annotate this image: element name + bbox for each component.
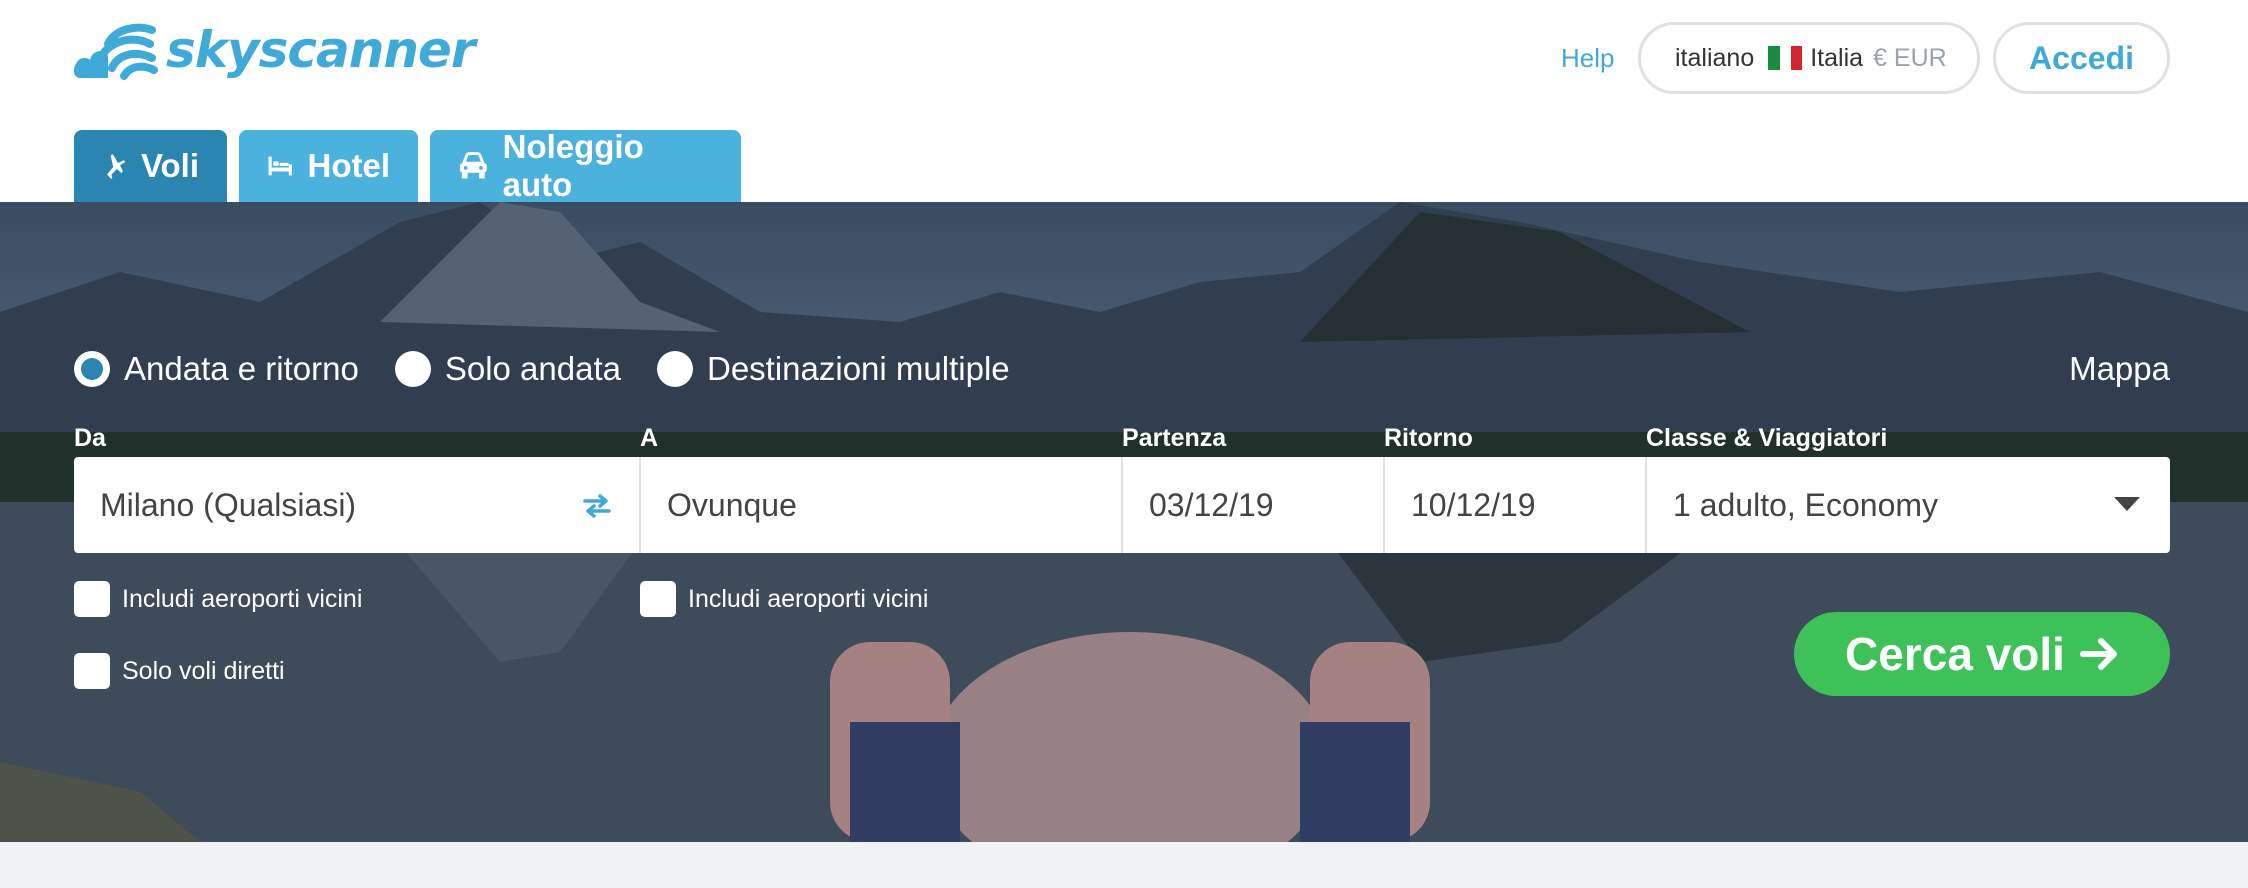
nearby-airports-to-option[interactable]: Includi aeroporti vicini [640, 581, 928, 617]
return-value: 10/12/19 [1411, 486, 1536, 523]
radio-round-trip[interactable] [74, 351, 110, 387]
from-field[interactable]: Milano (Qualsiasi) [74, 457, 641, 553]
direct-flights-checkbox[interactable] [74, 653, 110, 689]
trip-type-multi-label: Destinazioni multiple [706, 350, 1010, 387]
nearby-airports-from-checkbox[interactable] [74, 581, 110, 617]
trip-type-multi[interactable]: Destinazioni multiple [656, 350, 1010, 388]
class-label: Classe & Viaggiatori [1646, 424, 1888, 452]
tab-car-rental[interactable]: Noleggio auto [430, 128, 741, 203]
search-flights-label: Cerca voli [1845, 628, 2065, 680]
to-label: A [640, 424, 659, 452]
locale-selector[interactable]: italiano Italia € EUR [1638, 22, 1980, 94]
login-button[interactable]: Accedi [1993, 22, 2170, 94]
country-label: Italia [1810, 43, 1864, 72]
return-label: Ritorno [1384, 424, 1473, 452]
bed-icon [268, 156, 292, 176]
trip-type-round-label: Andata e ritorno [124, 350, 359, 387]
from-value: Milano (Qualsiasi) [100, 486, 357, 523]
to-value: Ovunque [667, 486, 797, 523]
swap-icon[interactable] [581, 493, 613, 519]
tab-car-label: Noleggio auto [502, 128, 644, 203]
tab-flights-label: Voli [140, 147, 199, 184]
tab-hotel[interactable]: Hotel [239, 130, 418, 202]
tab-hotel-label: Hotel [307, 147, 391, 184]
return-date-field[interactable]: 10/12/19 [1385, 457, 1647, 553]
skyscanner-logo[interactable]: skyscanner [72, 20, 476, 80]
class-value: 1 adulto, Economy [1673, 486, 1939, 523]
direct-flights-option[interactable]: Solo voli diretti [74, 653, 285, 689]
trip-type-group: Andata e ritorno Solo andata Destinazion… [74, 350, 1046, 388]
map-link[interactable]: Mappa [2069, 350, 2170, 388]
plane-icon [107, 154, 126, 179]
tab-flights[interactable]: Voli [74, 130, 227, 202]
to-field[interactable]: Ovunque [641, 457, 1123, 553]
nearby-airports-to-checkbox[interactable] [640, 581, 676, 617]
chevron-down-icon [2114, 497, 2140, 511]
radio-multi-city[interactable] [656, 351, 693, 387]
currency-label: € EUR [1873, 43, 1947, 72]
search-hero: Andata e ritorno Solo andata Destinazion… [0, 202, 2248, 842]
nearby-airports-from-label: Includi aeroporti vicini [122, 584, 363, 613]
cloud-logo-icon [73, 23, 158, 80]
trip-type-oneway-label: Solo andata [444, 350, 621, 387]
nearby-airports-to-label: Includi aeroporti vicini [688, 584, 929, 613]
page-footer-band [0, 842, 2248, 888]
brand-name: skyscanner [166, 21, 476, 79]
depart-label: Partenza [1122, 424, 1227, 452]
direct-flights-label: Solo voli diretti [122, 656, 285, 685]
nearby-airports-from-option[interactable]: Includi aeroporti vicini [74, 581, 362, 617]
car-icon [459, 152, 487, 179]
site-header: skyscanner Help italiano Italia € EUR Ac… [0, 0, 2248, 203]
search-flights-button[interactable]: Cerca voli [1794, 612, 2170, 696]
radio-one-way[interactable] [394, 351, 431, 387]
class-travellers-field[interactable]: 1 adulto, Economy [1647, 457, 2170, 553]
trip-type-round[interactable]: Andata e ritorno [74, 350, 359, 388]
italy-flag-icon [1768, 46, 1803, 70]
language-label: italiano [1675, 43, 1755, 72]
search-form: Milano (Qualsiasi) Ovunque 03/12/19 10/1… [74, 457, 2170, 553]
help-link[interactable]: Help [1561, 43, 1614, 73]
depart-value: 03/12/19 [1149, 486, 1274, 523]
depart-date-field[interactable]: 03/12/19 [1123, 457, 1385, 553]
arrow-right-icon [2079, 638, 2117, 670]
from-label: Da [74, 424, 106, 452]
trip-type-oneway[interactable]: Solo andata [394, 350, 621, 388]
